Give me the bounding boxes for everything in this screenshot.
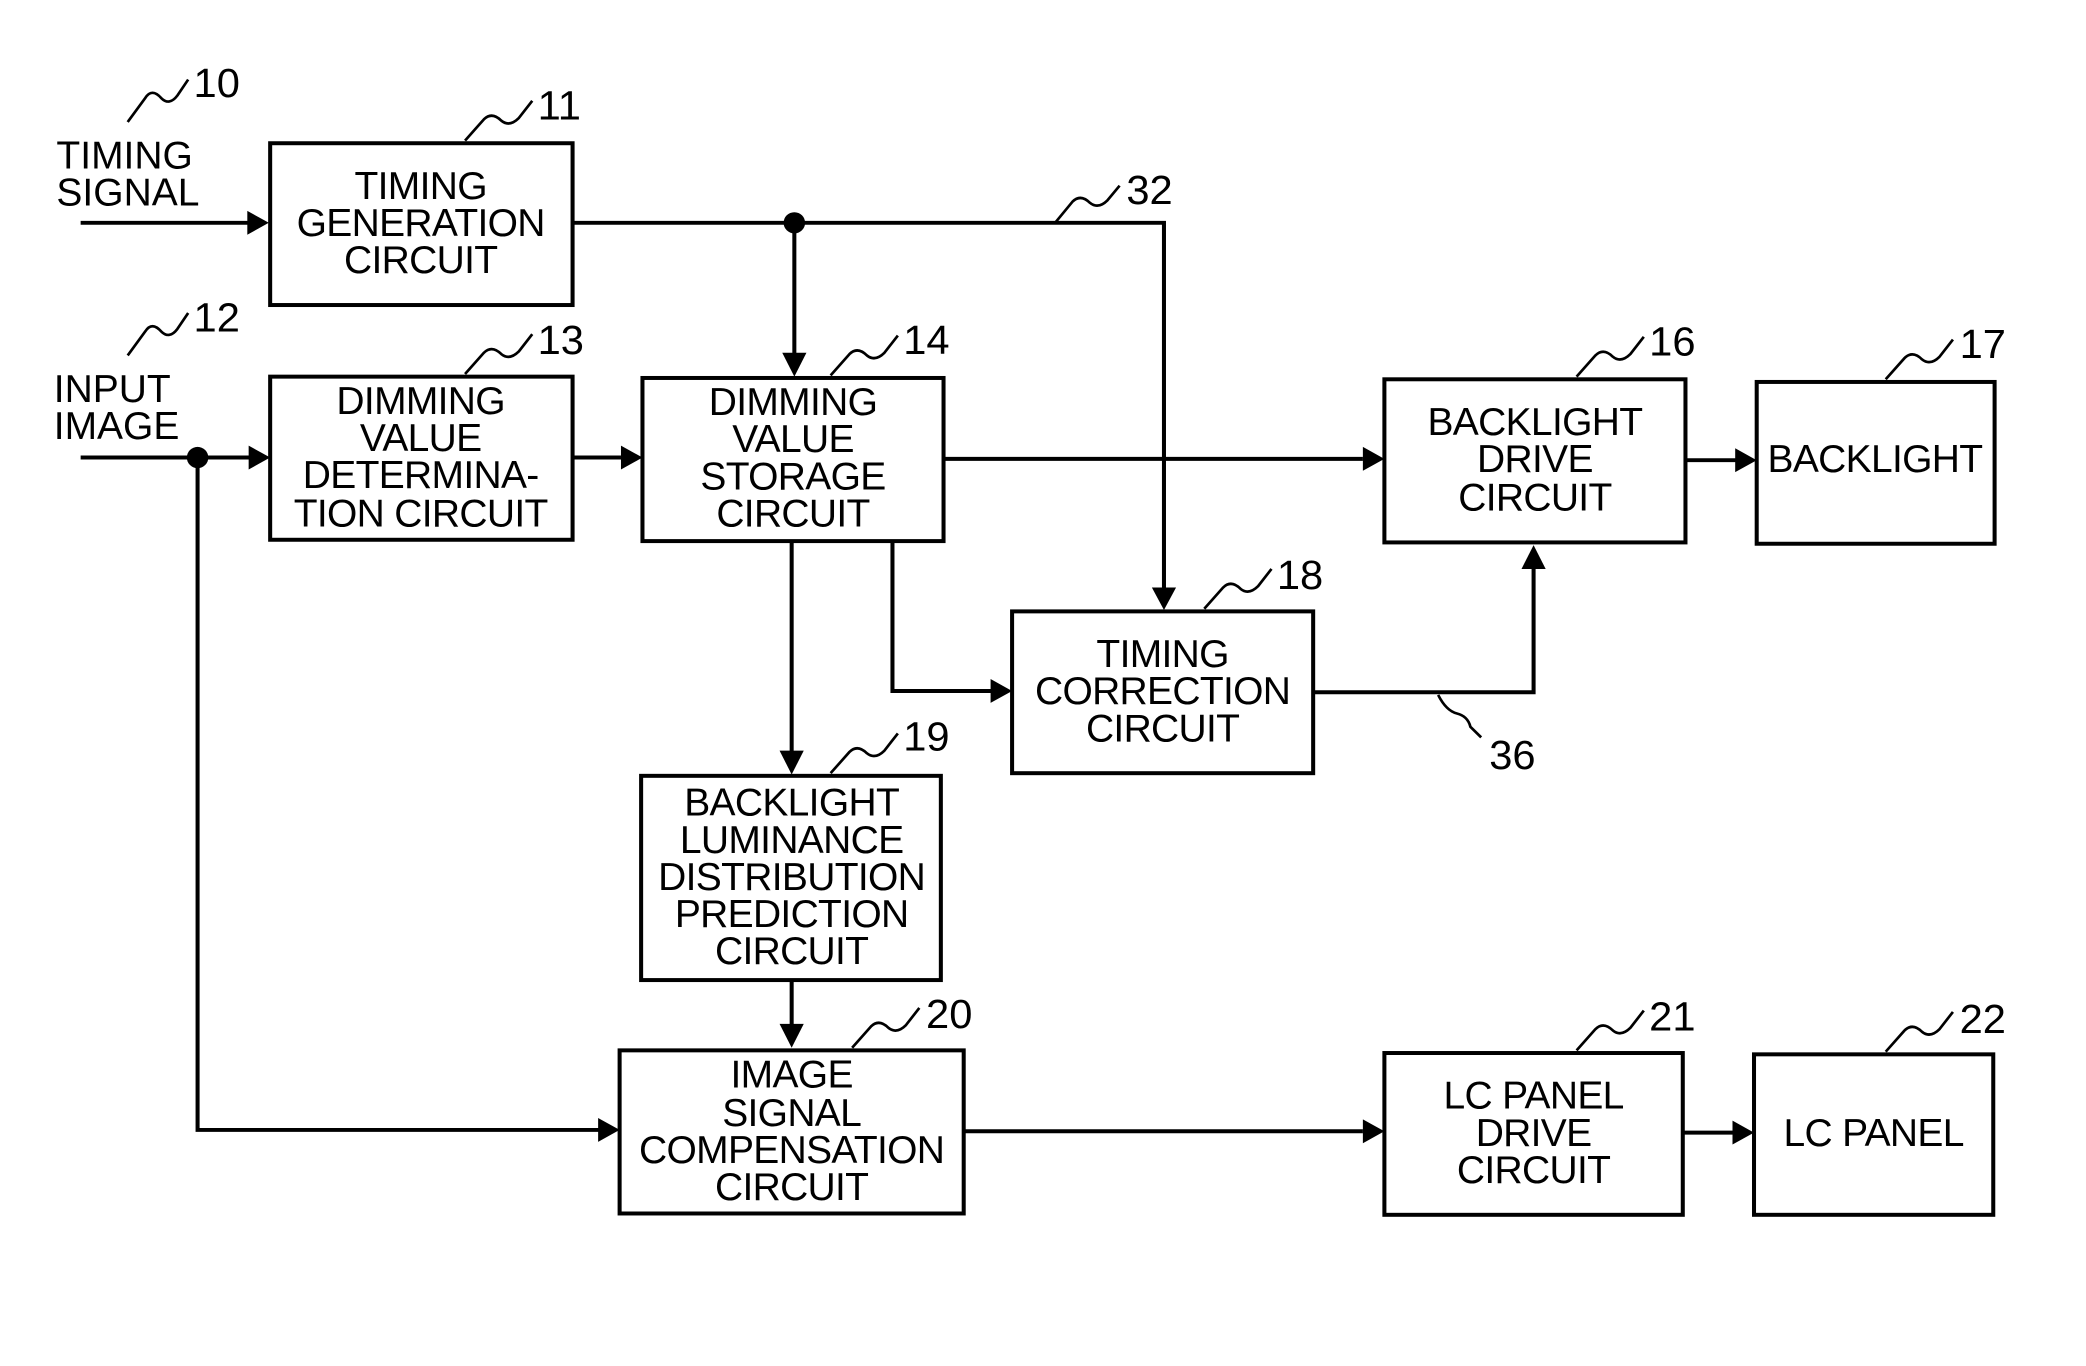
block-timing-correction-circuit: TIMING CORRECTION CIRCUIT 18 — [1010, 552, 1323, 776]
ref-number-32: 32 — [1126, 167, 1172, 213]
ref-leader-36 — [1436, 694, 1483, 739]
arrowhead-into-22 — [1732, 1120, 1755, 1145]
block-label-line: CIRCUIT — [1086, 708, 1239, 751]
ref-number-14: 14 — [903, 317, 949, 363]
ref-leader-16 — [1575, 336, 1645, 378]
wire-14-to-18 — [890, 541, 992, 693]
block-timing-generation-circuit: TIMING GENERATION CIRCUIT 11 — [268, 83, 581, 308]
wire-ref-32: 32 — [1054, 167, 1173, 224]
arrowhead-13-14 — [620, 445, 643, 470]
ref-number-10: 10 — [194, 60, 240, 106]
arrowhead-18-16 — [1521, 545, 1546, 569]
ref-leader-22 — [1884, 1011, 1955, 1053]
ref-leader-10 — [126, 78, 190, 123]
ref-number-13: 13 — [538, 317, 584, 363]
block-label-line: CIRCUIT — [715, 1166, 868, 1209]
ref-number-19: 19 — [903, 714, 949, 760]
arrowhead-into-18 — [1151, 587, 1177, 611]
block-backlight-drive-circuit: BACKLIGHT DRIVE CIRCUIT 16 — [1382, 319, 1696, 545]
block-label-line: CIRCUIT — [715, 930, 868, 973]
block-diagram: TIMING SIGNAL 10 INPUT IMAGE 12 TIMING G… — [54, 60, 2006, 1217]
ref-number-12: 12 — [194, 295, 240, 341]
block-label-line: LC PANEL — [1784, 1112, 1964, 1155]
arrowhead-into-13 — [248, 445, 271, 470]
ref-leader-19 — [829, 732, 899, 775]
signal-timing-signal: TIMING SIGNAL 10 — [56, 60, 239, 214]
block-label-line: TION CIRCUIT — [294, 493, 548, 536]
ref-leader-20 — [851, 1007, 921, 1049]
arrowhead-into-21 — [1362, 1119, 1385, 1144]
ref-number-21: 21 — [1649, 994, 1695, 1040]
ref-number-16: 16 — [1649, 319, 1695, 365]
block-label-line: CIRCUIT — [716, 493, 869, 536]
signal-label-line: IMAGE — [54, 405, 180, 448]
arrowhead-into-17 — [1735, 448, 1757, 473]
ref-leader-32 — [1054, 184, 1121, 224]
block-label-line: CIRCUIT — [1458, 477, 1611, 520]
arrowhead-into-20 — [598, 1117, 620, 1142]
ref-leader-12 — [126, 312, 190, 357]
arrowhead-into-14-top — [782, 352, 807, 377]
block-label-line: DRIVE — [1477, 438, 1593, 481]
ref-leader-17 — [1884, 338, 1955, 381]
wire-input-image-to-20 — [195, 457, 600, 1132]
ref-number-18: 18 — [1277, 552, 1323, 598]
block-backlight: BACKLIGHT 17 — [1754, 321, 2006, 546]
signal-input-image: INPUT IMAGE 12 — [54, 295, 240, 448]
wire-ref-36: 36 — [1436, 694, 1536, 778]
block-label-line: IMAGE — [731, 1054, 853, 1097]
signal-label-line: SIGNAL — [56, 172, 199, 215]
block-label-line: DETERMINA- — [303, 454, 539, 497]
block-label-line: BACKLIGHT — [1768, 438, 1983, 481]
arrowhead-19-20 — [779, 1023, 804, 1048]
ref-leader-18 — [1203, 568, 1273, 610]
ref-number-17: 17 — [1960, 321, 2006, 367]
wire-36 — [1314, 567, 1536, 695]
block-label-line: CIRCUIT — [344, 239, 497, 282]
ref-leader-11 — [464, 99, 534, 142]
ref-number-36: 36 — [1489, 732, 1535, 778]
ref-leader-14 — [829, 334, 899, 377]
ref-number-11: 11 — [538, 83, 581, 129]
ref-leader-21 — [1575, 1009, 1645, 1052]
arrowhead-into-16 — [1362, 446, 1385, 471]
ref-number-22: 22 — [1960, 996, 2006, 1042]
block-label-line: CIRCUIT — [1457, 1149, 1610, 1192]
arrowhead-14-18 — [990, 679, 1013, 703]
arrowhead-into-19 — [779, 750, 804, 775]
block-lc-panel: LC PANEL 22 — [1751, 996, 2006, 1217]
arrowhead-into-11 — [247, 210, 269, 235]
ref-number-20: 20 — [926, 991, 972, 1037]
block-dimming-value-determination-circuit: DIMMING VALUE DETERMINA- TION CIRCUIT 13 — [268, 317, 584, 542]
block-lc-panel-drive-circuit: LC PANEL DRIVE CIRCUIT 21 — [1382, 994, 1696, 1217]
ref-leader-13 — [464, 333, 534, 375]
